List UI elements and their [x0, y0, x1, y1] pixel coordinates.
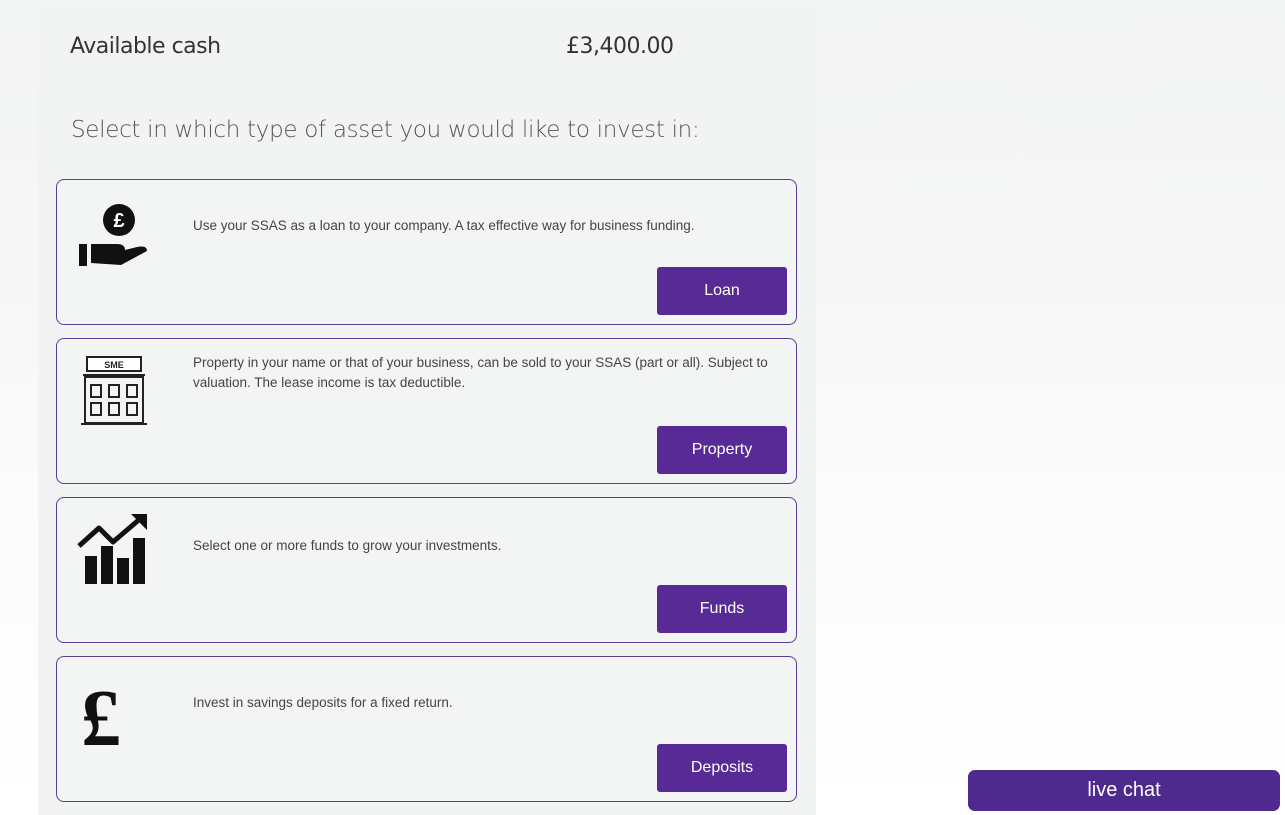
funds-description: Select one or more funds to grow your in… — [193, 538, 502, 553]
property-button[interactable]: Property — [657, 426, 787, 474]
growth-chart-icon — [77, 512, 151, 586]
loan-description: Use your SSAS as a loan to your company.… — [193, 218, 695, 233]
asset-type-prompt: Select in which type of asset you would … — [71, 117, 700, 143]
live-chat-button[interactable]: live chat — [968, 770, 1280, 811]
svg-text:£: £ — [113, 210, 124, 232]
pound-sign-icon: £ — [77, 671, 151, 763]
funds-button[interactable]: Funds — [657, 585, 787, 633]
property-description: Property in your name or that of your bu… — [193, 355, 768, 390]
deposits-button[interactable]: Deposits — [657, 744, 787, 792]
loan-button[interactable]: Loan — [657, 267, 787, 315]
property-option-card: SME Property in your name or that of you… — [56, 338, 797, 484]
sme-building-icon: SME — [77, 353, 151, 427]
funds-option-card: Select one or more funds to grow your in… — [56, 497, 797, 643]
hand-pound-coin-icon: £ — [77, 194, 151, 268]
pound-glyph: £ — [81, 675, 121, 751]
available-cash-label: Available cash — [70, 34, 221, 59]
loan-option-card: £ Use your SSAS as a loan to your compan… — [56, 179, 797, 325]
sme-sign-text: SME — [104, 360, 124, 370]
deposits-option-card: £ Invest in savings deposits for a fixed… — [56, 656, 797, 802]
deposits-description: Invest in savings deposits for a fixed r… — [193, 695, 453, 710]
available-cash-value: £3,400.00 — [566, 34, 674, 59]
